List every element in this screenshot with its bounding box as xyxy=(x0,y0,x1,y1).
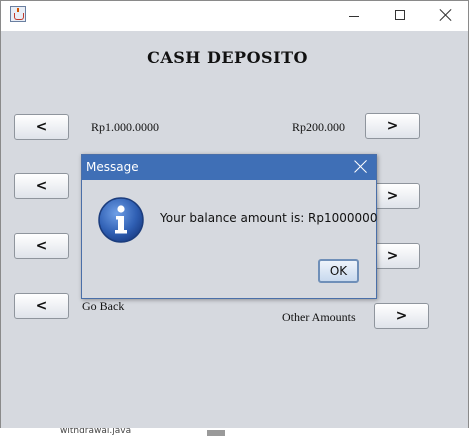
maximize-icon xyxy=(395,10,405,20)
amount-label-rp1000000: Rp1.000.0000 xyxy=(91,120,160,134)
minimize-icon xyxy=(349,16,359,17)
background-block xyxy=(207,430,225,436)
page-title: CASH DEPOSITO xyxy=(147,48,308,67)
dialog-close-icon[interactable] xyxy=(352,158,368,174)
message-dialog: Message Your balance amount is: Rp100000… xyxy=(81,154,377,299)
dialog-title: Message xyxy=(86,160,139,174)
right-button-1[interactable]: > xyxy=(365,113,420,139)
maximize-button[interactable] xyxy=(377,1,423,31)
dialog-title-bar: Message xyxy=(82,155,376,180)
amount-label-rp200000: Rp200.000 xyxy=(292,120,346,134)
left-button-3[interactable]: < xyxy=(14,233,69,259)
ok-button[interactable]: OK xyxy=(318,259,359,283)
other-amounts-label: Other Amounts xyxy=(282,310,356,324)
app-window: CASH DEPOSITO < < < < > > > > Rp1.000.00… xyxy=(0,0,469,436)
close-icon xyxy=(439,8,453,22)
java-app-icon xyxy=(10,6,26,22)
minimize-button[interactable] xyxy=(330,1,376,31)
close-window-button[interactable] xyxy=(422,1,468,31)
go-back-button[interactable]: < xyxy=(14,293,69,319)
background-window-strip: withdrawal.java xyxy=(0,428,469,436)
background-file-label: withdrawal.java xyxy=(60,428,132,436)
title-bar xyxy=(1,1,468,31)
info-icon xyxy=(98,197,144,243)
go-back-label: Go Back xyxy=(82,299,125,313)
dialog-message: Your balance amount is: Rp1000000 xyxy=(160,211,378,225)
left-button-2[interactable]: < xyxy=(14,173,69,199)
left-button-1[interactable]: < xyxy=(14,114,69,140)
other-amounts-button[interactable]: > xyxy=(374,303,429,329)
